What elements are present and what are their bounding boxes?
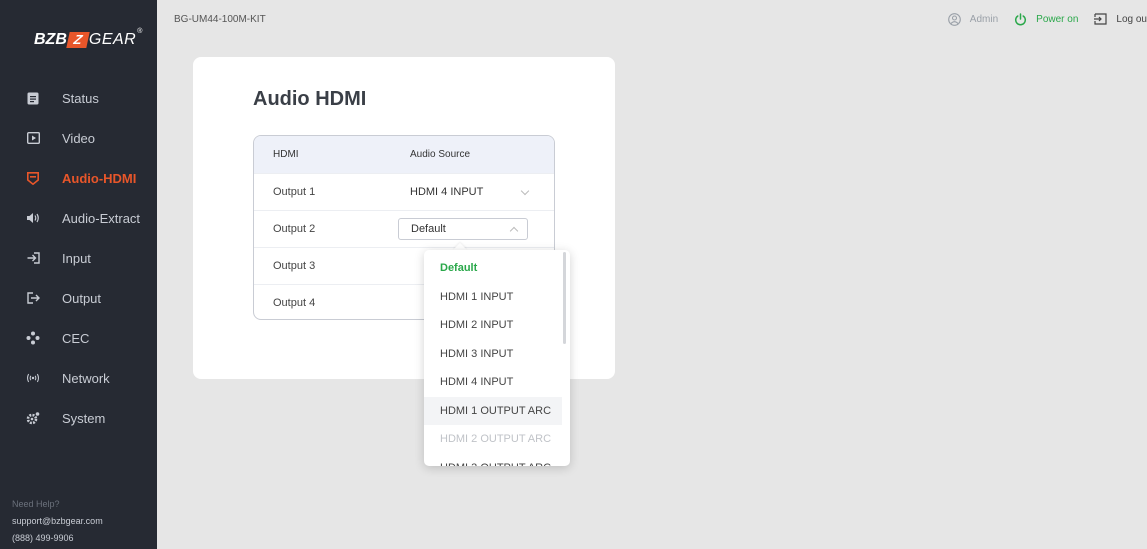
user-icon	[947, 12, 961, 26]
dropdown-options: Default HDMI 1 INPUT HDMI 2 INPUT HDMI 3…	[424, 254, 562, 466]
chevron-down-icon	[520, 186, 530, 195]
dropdown-option-default[interactable]: Default	[424, 254, 562, 283]
output-icon	[26, 291, 40, 305]
sidebar-item-label: Network	[62, 370, 110, 386]
admin-user-button[interactable]: Admin	[947, 12, 999, 26]
power-icon	[1014, 12, 1027, 26]
dropdown-option-hdmi-3-output-arc[interactable]: HDMI 3 OUTPUT ARC	[424, 454, 562, 466]
output-label: Output 2	[273, 223, 316, 235]
sidebar-item-network[interactable]: Network	[0, 358, 157, 398]
logout-label: Log ou	[1116, 13, 1147, 25]
column-header-audio-source: Audio Source	[410, 149, 471, 160]
output-label: Output 4	[273, 297, 316, 309]
header-actions: Admin Power on Log ou	[932, 10, 1147, 28]
sidebar-item-label: Audio-HDMI	[62, 170, 137, 186]
sidebar-item-label: CEC	[62, 330, 90, 346]
play-icon	[26, 131, 40, 145]
sidebar-item-video[interactable]: Video	[0, 118, 157, 158]
sidebar-item-label: System	[62, 410, 106, 426]
audio-source-select-output-2[interactable]: Default	[398, 218, 528, 240]
dropdown-option-hdmi-2-output-arc: HDMI 2 OUTPUT ARC	[440, 433, 552, 446]
dropdown-option-hdmi-1-output-arc[interactable]: HDMI 1 OUTPUT ARC	[424, 396, 562, 425]
logout-button[interactable]: Log ou	[1094, 13, 1147, 25]
logo-text-gear: GEAR	[88, 31, 137, 48]
chevron-up-icon	[509, 226, 519, 235]
sidebar-item-label: Status	[62, 90, 99, 106]
power-label: Power on	[1036, 13, 1079, 25]
speaker-icon	[26, 211, 40, 225]
device-model-label: BG-UM44-100M-KIT	[174, 14, 266, 25]
help-section: Need Help? support@bzbgear.com (888) 499…	[12, 496, 103, 547]
sidebar-item-cec[interactable]: CEC	[0, 318, 157, 358]
output-label: Output 3	[273, 260, 316, 272]
cec-icon	[26, 331, 40, 345]
sidebar-item-audio-extract[interactable]: Audio-Extract	[0, 198, 157, 238]
audio-hdmi-icon	[26, 171, 40, 185]
table-row: Output 2 Default	[254, 210, 554, 247]
logo-registered-mark: ®	[137, 28, 143, 35]
column-header-hdmi: HDMI	[273, 149, 299, 160]
brand-logo: BZB Z GEAR ®	[34, 28, 142, 52]
dropdown-scrollbar[interactable]	[563, 252, 566, 344]
select-value: Default	[411, 223, 446, 235]
gear-icon	[26, 411, 40, 425]
logout-icon	[1094, 13, 1108, 25]
logo-text-bzb: BZB	[34, 31, 67, 48]
sidebar-item-system[interactable]: System	[0, 398, 157, 438]
logo-z-mark: Z	[66, 32, 90, 48]
audio-source-select-output-1[interactable]: HDMI 4 INPUT	[410, 181, 540, 203]
sidebar-item-label: Input	[62, 250, 91, 266]
sidebar-item-label: Audio-Extract	[62, 210, 141, 226]
help-phone: (888) 499-9906	[12, 533, 74, 543]
table-row: Output 1 HDMI 4 INPUT	[254, 173, 554, 210]
page-title: Audio HDMI	[253, 88, 367, 110]
table-header: HDMI Audio Source	[254, 136, 554, 173]
audio-source-dropdown: Default HDMI 1 INPUT HDMI 2 INPUT HDMI 3…	[424, 250, 570, 466]
sidebar: BZB Z GEAR ® Status Video Audio-HDMI Aud…	[0, 0, 157, 549]
sidebar-item-audio-hdmi[interactable]: Audio-HDMI	[0, 158, 157, 198]
select-value: HDMI 4 INPUT	[410, 186, 484, 198]
sidebar-item-status[interactable]: Status	[0, 78, 157, 118]
output-label: Output 1	[273, 186, 316, 198]
power-button[interactable]: Power on	[1014, 12, 1079, 26]
dropdown-option-hdmi-4-input[interactable]: HDMI 4 INPUT	[424, 368, 562, 397]
dropdown-option-hdmi-2-input[interactable]: HDMI 2 INPUT	[424, 311, 562, 340]
sidebar-nav: Status Video Audio-HDMI Audio-Extract In…	[0, 78, 157, 438]
help-title: Need Help?	[12, 499, 60, 509]
dropdown-option-hdmi-1-input[interactable]: HDMI 1 INPUT	[424, 283, 562, 312]
sidebar-item-output[interactable]: Output	[0, 278, 157, 318]
sidebar-item-input[interactable]: Input	[0, 238, 157, 278]
sidebar-item-label: Output	[62, 290, 102, 306]
document-icon	[26, 91, 40, 105]
wireless-icon	[26, 371, 40, 385]
admin-label: Admin	[969, 13, 999, 25]
input-icon	[26, 251, 40, 265]
dropdown-option-hdmi-3-input[interactable]: HDMI 3 INPUT	[424, 340, 562, 369]
sidebar-item-label: Video	[62, 130, 96, 146]
help-email-link[interactable]: support@bzbgear.com	[12, 513, 103, 530]
